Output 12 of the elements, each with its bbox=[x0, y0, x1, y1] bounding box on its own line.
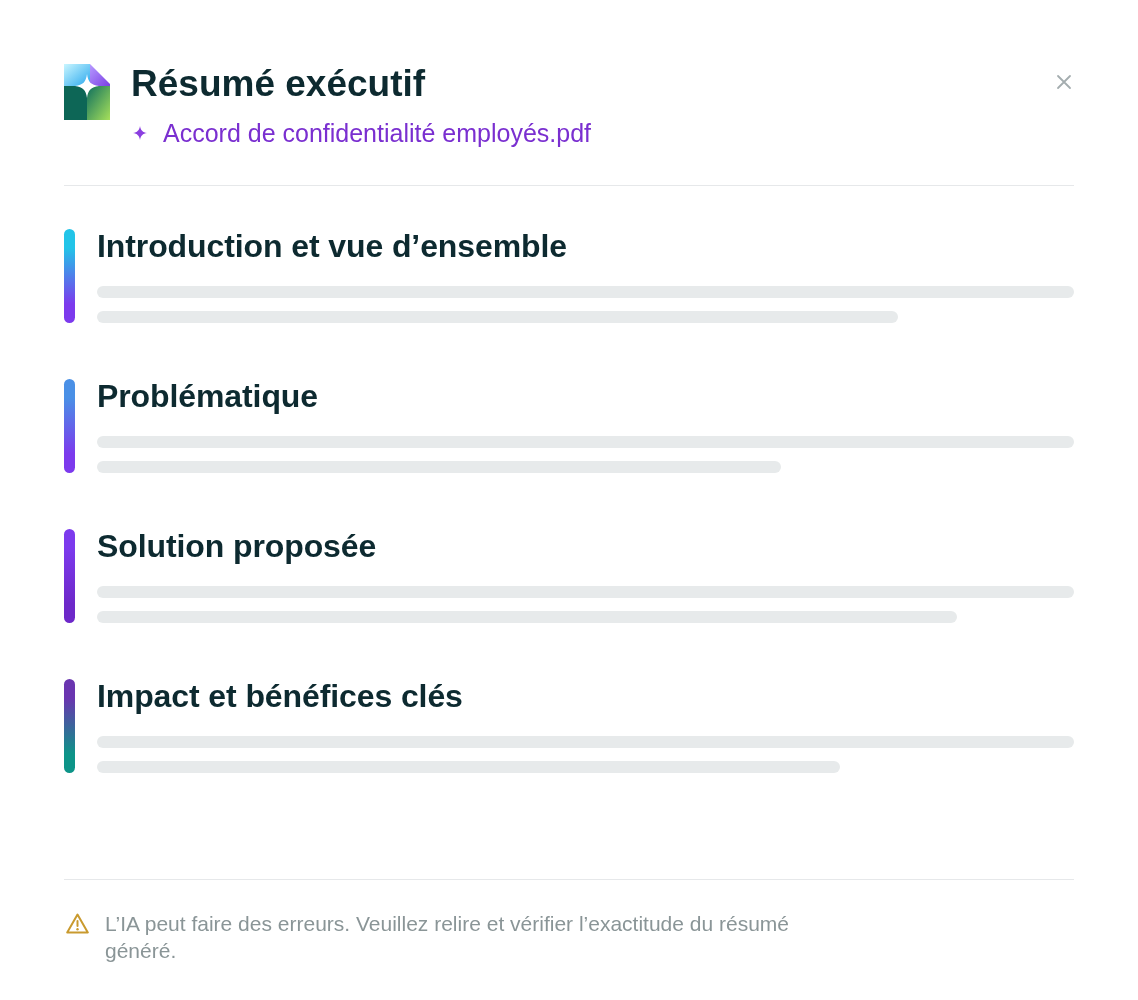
close-button[interactable] bbox=[1056, 74, 1072, 90]
warning-icon bbox=[66, 913, 89, 934]
section-heading: Introduction et vue d’ensemble bbox=[97, 229, 568, 263]
dialog-title: Résumé exécutif bbox=[131, 64, 427, 104]
document-name: Accord de confidentialité employés.pdf bbox=[163, 118, 592, 148]
section-heading: Impact et bénéfices clés bbox=[97, 679, 464, 713]
close-icon bbox=[1056, 74, 1072, 90]
sparkle-document-icon bbox=[64, 64, 110, 120]
section-heading: Solution proposée bbox=[97, 529, 378, 563]
section-heading: Problématique bbox=[97, 379, 319, 413]
sparkle-icon bbox=[133, 126, 147, 140]
disclaimer-text: L’IA peut faire des erreurs. Veuillez relire et vérifier l’exactitude du résumé généré. bbox=[105, 911, 790, 964]
